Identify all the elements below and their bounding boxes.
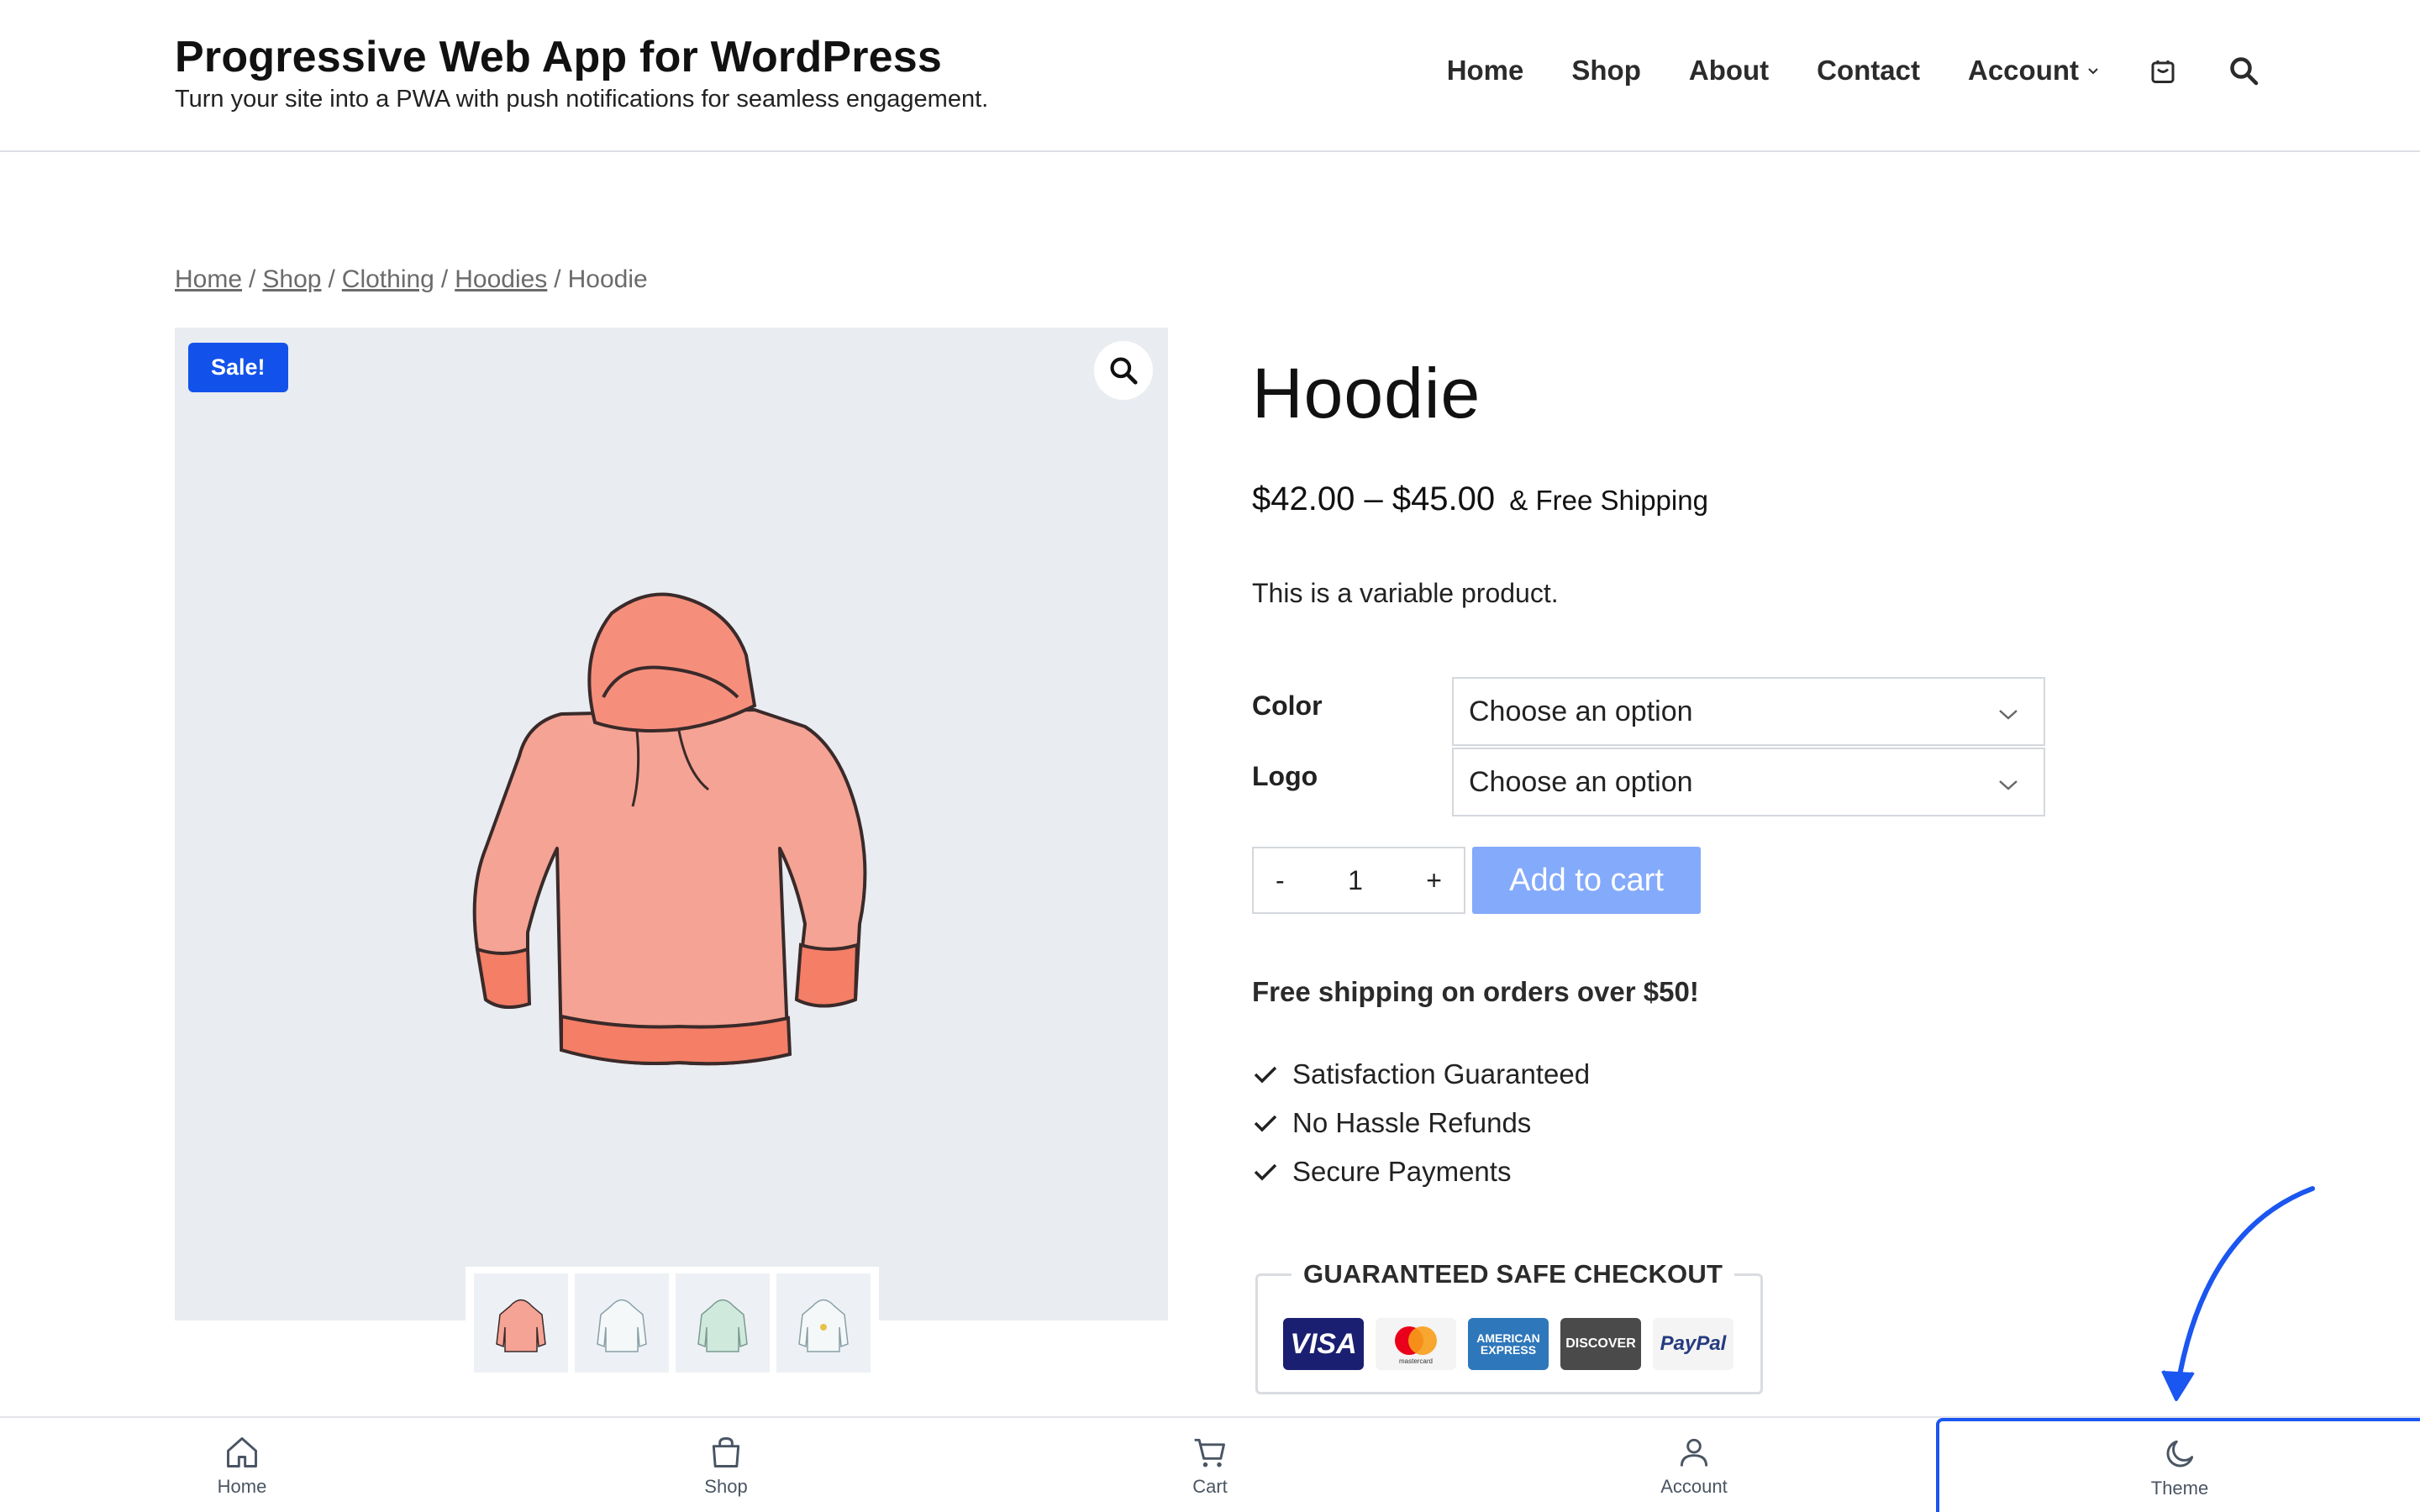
thumbnail-logo[interactable] <box>776 1273 871 1373</box>
product-price: $42.00 – $45.00 & Free Shipping <box>1252 480 1708 518</box>
breadcrumb-shop[interactable]: Shop <box>262 265 321 293</box>
benefit-text: Secure Payments <box>1292 1156 1512 1187</box>
bottom-nav-home[interactable]: Home <box>0 1418 484 1512</box>
short-description: This is a variable product. <box>1252 578 1559 608</box>
cart-icon <box>2151 60 2175 83</box>
nav-shop[interactable]: Shop <box>1571 55 1640 87</box>
mastercard-label: mastercard <box>1398 1357 1433 1365</box>
sale-badge: Sale! <box>188 343 288 392</box>
safe-checkout-title: GUARANTEED SAFE CHECKOUT <box>1292 1259 1735 1289</box>
paypal-card-icon: PayPal <box>1653 1318 1733 1370</box>
check-icon <box>1254 1163 1277 1181</box>
header-cart-button[interactable] <box>2146 54 2180 87</box>
payment-cards: VISA mastercard AMERICAN EXPRESS DISCOVE… <box>1283 1318 1733 1370</box>
benefit-text: No Hassle Refunds <box>1292 1107 1532 1138</box>
thumbnail-green[interactable] <box>676 1273 770 1373</box>
product-main-image[interactable] <box>402 529 923 1117</box>
chevron-down-icon <box>1999 780 2018 790</box>
benefit-text: Satisfaction Guaranteed <box>1292 1058 1591 1089</box>
hoodie-thumb-red <box>496 1299 546 1352</box>
product-gallery: Sale! <box>175 328 1168 1379</box>
breadcrumb: Home / Shop / Clothing / Hoodies / Hoodie <box>175 265 648 293</box>
add-to-cart-button[interactable]: Add to cart <box>1472 847 1701 914</box>
moon-icon <box>2166 1440 2194 1467</box>
color-select-value: Choose an option <box>1469 695 1693 727</box>
site-header: Progressive Web App for WordPress Turn y… <box>0 0 2420 152</box>
breadcrumb-clothing[interactable]: Clothing <box>342 265 434 293</box>
chevron-down-icon <box>2088 68 2098 75</box>
logo-select[interactable]: Choose an option <box>1452 748 2045 816</box>
mastercard-icon: mastercard <box>1376 1318 1456 1370</box>
thumbnail-white[interactable] <box>575 1273 669 1373</box>
home-icon <box>227 1437 257 1467</box>
color-label: Color <box>1252 690 1323 721</box>
bottom-nav-cart[interactable]: Cart <box>968 1418 1452 1512</box>
cart-icon <box>1194 1438 1225 1467</box>
nav-home[interactable]: Home <box>1447 55 1524 87</box>
chevron-down-icon <box>1999 710 2018 720</box>
header-search-button[interactable] <box>2227 54 2260 87</box>
benefit-item: Satisfaction Guaranteed <box>1252 1050 1590 1099</box>
magnifier-icon <box>1110 357 1138 385</box>
thumbnail-strip <box>466 1267 879 1379</box>
bottom-nav-account-label: Account <box>1660 1476 1728 1497</box>
breadcrumb-current: Hoodie <box>567 265 648 293</box>
thumbnail-red[interactable] <box>474 1273 568 1373</box>
qty-value[interactable]: 1 <box>1348 865 1363 896</box>
logo-select-value: Choose an option <box>1469 765 1693 798</box>
logo-label: Logo <box>1252 761 1318 791</box>
benefit-item: No Hassle Refunds <box>1252 1099 1590 1147</box>
hoodie-thumb-white <box>597 1299 647 1352</box>
bottom-nav-cart-label: Cart <box>1192 1476 1228 1497</box>
bottom-nav: Home Shop Cart Account Theme <box>0 1416 2420 1512</box>
bottom-nav-home-label: Home <box>217 1476 267 1497</box>
visa-card-icon: VISA <box>1283 1318 1364 1370</box>
qty-minus-button[interactable]: - <box>1276 865 1285 896</box>
check-icon <box>1254 1066 1277 1084</box>
mastercard-circles <box>1395 1326 1437 1355</box>
shipping-note: & Free Shipping <box>1509 485 1708 516</box>
user-icon <box>1680 1438 1708 1467</box>
color-select[interactable]: Choose an option <box>1452 677 2045 746</box>
discover-card-icon: DISCOVER <box>1560 1318 1641 1370</box>
breadcrumb-home[interactable]: Home <box>175 265 242 293</box>
free-shipping-note: Free shipping on orders over $50! <box>1252 976 1699 1007</box>
product-title: Hoodie <box>1252 354 1481 433</box>
site-tagline: Turn your site into a PWA with push noti… <box>175 86 989 113</box>
main-nav: Home Shop About Contact Account <box>1399 54 2260 87</box>
search-icon <box>2230 57 2259 86</box>
site-title[interactable]: Progressive Web App for WordPress <box>175 32 942 82</box>
bottom-nav-shop-label: Shop <box>704 1476 748 1497</box>
bottom-nav-shop[interactable]: Shop <box>484 1418 968 1512</box>
bottom-nav-account[interactable]: Account <box>1452 1418 1936 1512</box>
price-range: $42.00 – $45.00 <box>1252 480 1496 517</box>
bottom-nav-theme-label: Theme <box>2150 1478 2209 1499</box>
nav-account[interactable]: Account <box>1968 55 2099 87</box>
benefits-list: Satisfaction Guaranteed No Hassle Refund… <box>1252 1050 1590 1196</box>
benefit-item: Secure Payments <box>1252 1147 1590 1196</box>
bag-icon <box>712 1437 740 1467</box>
hoodie-illustration <box>472 592 867 1066</box>
check-icon <box>1254 1115 1277 1132</box>
zoom-button[interactable] <box>1094 341 1153 400</box>
breadcrumb-hoodies[interactable]: Hoodies <box>455 265 547 293</box>
bottom-nav-theme[interactable]: Theme <box>1936 1418 2420 1512</box>
safe-checkout-box: GUARANTEED SAFE CHECKOUT VISA mastercard… <box>1255 1259 1763 1394</box>
nav-account-label: Account <box>1968 55 2079 86</box>
hoodie-thumb-logo <box>798 1299 849 1352</box>
qty-plus-button[interactable]: + <box>1426 865 1442 896</box>
hoodie-thumb-green <box>697 1299 748 1352</box>
amex-card-icon: AMERICAN EXPRESS <box>1468 1318 1549 1370</box>
nav-contact[interactable]: Contact <box>1817 55 1920 87</box>
quantity-stepper: - 1 + <box>1252 847 1465 914</box>
nav-about[interactable]: About <box>1689 55 1769 87</box>
annotation-arrow-icon <box>2161 1186 2315 1401</box>
